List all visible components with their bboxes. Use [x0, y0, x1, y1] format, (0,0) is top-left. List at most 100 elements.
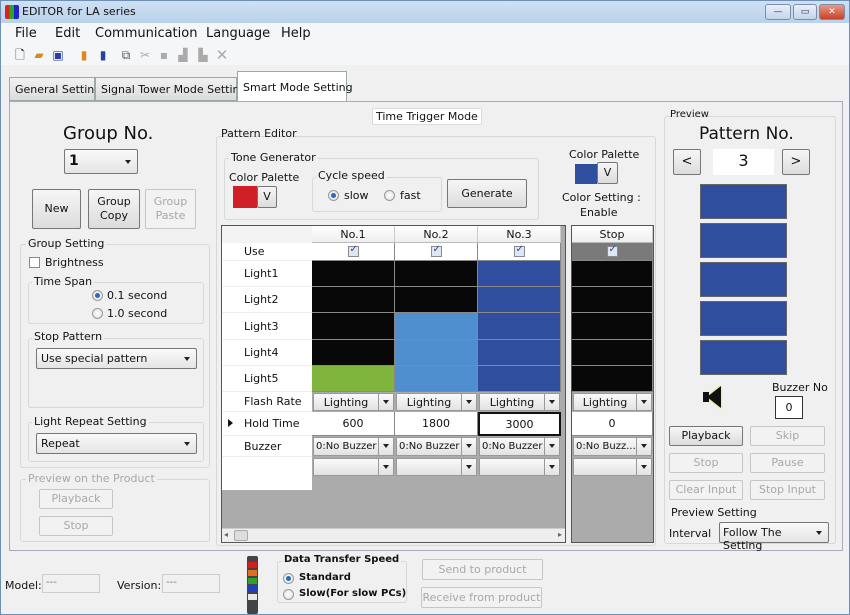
extra-select[interactable] [573, 458, 652, 476]
light-cell[interactable] [572, 313, 653, 340]
tab-signal-tower-mode-setting[interactable]: Signal Tower Mode Setting [95, 77, 247, 101]
flash-rate-select[interactable]: Lighting [479, 393, 560, 411]
light-cell[interactable] [395, 313, 478, 340]
time-span-0-1-radio[interactable] [92, 290, 103, 301]
menu-file[interactable]: File [15, 26, 37, 41]
delete-icon[interactable]: ✕ [215, 48, 229, 63]
receive-from-product-button[interactable]: Receive from product [421, 587, 542, 608]
tone-color-palette-button[interactable]: V [257, 186, 277, 208]
hold-time-cell[interactable]: 600 [312, 412, 395, 436]
group-paste-button[interactable]: Group Paste [145, 189, 196, 229]
buzzer-no-field[interactable]: 0 [775, 396, 803, 419]
transfer-standard-radio[interactable] [283, 573, 294, 584]
light-cell[interactable] [395, 340, 478, 366]
preview-pause-button[interactable]: Pause [750, 453, 825, 473]
light-repeat-select[interactable]: Repeat [36, 433, 197, 454]
menu-edit[interactable]: Edit [55, 26, 80, 41]
hold-time-cell[interactable]: 0 [572, 412, 653, 436]
extra-select[interactable] [313, 458, 394, 476]
copy-icon[interactable]: ⧉ [119, 48, 133, 62]
stop-pattern-grid[interactable]: Stop Lighting 0 0:No Buzz... [571, 225, 654, 543]
light-cell[interactable] [572, 261, 653, 287]
row-label: Light4 [222, 340, 312, 366]
flash-rate-select[interactable]: Lighting [313, 393, 394, 411]
buzzer-select[interactable]: 0:No Buzzer [313, 437, 394, 456]
menu-communication[interactable]: Communication [95, 26, 197, 41]
flash-rate-select[interactable]: Lighting [573, 393, 652, 411]
light-cell[interactable] [312, 313, 395, 340]
tab-general-setting[interactable]: General Setting [9, 77, 101, 101]
hold-time-cell[interactable]: 1800 [395, 412, 478, 436]
new-file-icon[interactable]: 🗋 [13, 48, 27, 62]
light-cell[interactable] [478, 340, 561, 366]
light-cell[interactable] [478, 287, 561, 313]
menu-language[interactable]: Language [206, 26, 270, 41]
time-span-1-0-radio[interactable] [92, 308, 103, 319]
scroll-right-icon[interactable]: ▸ [558, 530, 562, 539]
light-cell[interactable] [572, 340, 653, 366]
use-checkbox[interactable] [606, 244, 618, 257]
hold-time-cell[interactable]: 3000 [478, 412, 561, 436]
horizontal-scrollbar[interactable]: ◂ ▸ [222, 528, 565, 542]
group-no-select[interactable]: 1 [64, 149, 138, 174]
save-icon[interactable]: ▣ [51, 48, 65, 62]
previous-pattern-button[interactable]: < [673, 149, 701, 175]
extra-select[interactable] [396, 458, 477, 476]
light-cell[interactable] [312, 340, 395, 366]
group-copy-button[interactable]: Group Copy [88, 189, 140, 229]
light-cell[interactable] [312, 366, 395, 392]
use-checkbox[interactable] [347, 244, 359, 257]
light-cell[interactable] [395, 261, 478, 287]
cycle-speed-fast-radio[interactable] [384, 190, 395, 201]
product-stop-button[interactable]: Stop [39, 516, 113, 536]
insert-multiple-icon[interactable]: ▙ [196, 48, 210, 62]
buzzer-select[interactable]: 0:No Buzzer [396, 437, 477, 456]
buzzer-select[interactable]: 0:No Buzzer [479, 437, 560, 456]
product-playback-button[interactable]: Playback [39, 489, 113, 509]
light-cell[interactable] [478, 261, 561, 287]
interval-select[interactable]: Follow The Setting [719, 522, 829, 552]
light-cell[interactable] [395, 287, 478, 313]
tab-smart-mode-setting[interactable]: Smart Mode Setting [237, 71, 353, 102]
scroll-left-icon[interactable]: ◂ [224, 530, 228, 539]
maximize-button[interactable]: ▭ [793, 4, 817, 20]
light-cell[interactable] [312, 261, 395, 287]
minimize-button[interactable]: — [765, 4, 791, 20]
insert-icon[interactable]: ▟ [176, 48, 190, 62]
paste-icon[interactable]: ▪ [157, 48, 171, 62]
export-icon[interactable]: ▮ [96, 48, 110, 62]
send-to-product-button[interactable]: Send to product [422, 559, 543, 580]
close-button[interactable]: ✕ [819, 4, 845, 20]
flash-rate-select[interactable]: Lighting [396, 393, 477, 411]
buzzer-select[interactable]: 0:No Buzz... [573, 437, 652, 456]
pattern-no-field[interactable]: 3 [713, 149, 774, 175]
preview-stop-button[interactable]: Stop [669, 453, 743, 473]
generate-button[interactable]: Generate [447, 179, 527, 208]
light-cell[interactable] [395, 366, 478, 392]
extra-select[interactable] [479, 458, 560, 476]
color-palette-button[interactable]: V [597, 162, 618, 184]
light-cell[interactable] [478, 313, 561, 340]
clear-input-button[interactable]: Clear Input [669, 480, 743, 500]
cut-icon[interactable]: ✂ [138, 48, 152, 62]
pattern-grid[interactable]: Use Light1 Light2 Light3 Light4 Light5 Flash R… [221, 225, 566, 543]
menu-help[interactable]: Help [281, 26, 311, 41]
use-checkbox[interactable] [513, 244, 525, 257]
next-pattern-button[interactable]: > [782, 149, 810, 175]
transfer-slow-radio[interactable] [283, 589, 294, 600]
use-checkbox[interactable] [430, 244, 442, 257]
stop-pattern-select[interactable]: Use special pattern [36, 348, 197, 369]
cycle-speed-slow-radio[interactable] [328, 190, 339, 201]
light-cell[interactable] [572, 366, 653, 392]
light-cell[interactable] [572, 287, 653, 313]
new-group-button[interactable]: New [32, 189, 81, 229]
brightness-checkbox[interactable] [29, 257, 40, 268]
import-icon[interactable]: ▮ [77, 48, 91, 62]
light-cell[interactable] [478, 366, 561, 392]
scrollbar-thumb[interactable] [234, 530, 248, 541]
preview-skip-button[interactable]: Skip [750, 426, 825, 446]
stop-input-button[interactable]: Stop Input [750, 480, 825, 500]
preview-playback-button[interactable]: Playback [669, 426, 743, 446]
open-folder-icon[interactable]: ▰ [32, 48, 46, 62]
light-cell[interactable] [312, 287, 395, 313]
